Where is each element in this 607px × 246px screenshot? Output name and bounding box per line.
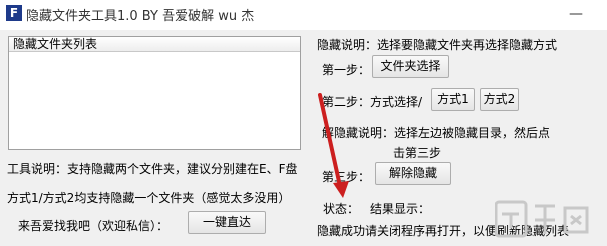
hidden-folder-list[interactable]: 隐藏文件夹列表: [8, 36, 301, 150]
mode2-button[interactable]: 方式2: [480, 88, 519, 111]
title-bar: F 隐藏文件夹工具1.0 BY 吾爱破解 wu 杰 —: [0, 0, 607, 30]
step1-label: 第一步：: [322, 63, 371, 77]
site-watermark-logo: [495, 200, 589, 238]
mode-instructions: 方式1/方式2均支持隐藏一个文件夹（感觉太多没用）: [7, 191, 291, 205]
one-click-direct-button[interactable]: 一键直达: [188, 211, 266, 234]
unhide-instructions-cont: 击第三步: [393, 146, 442, 160]
hide-instructions: 隐藏说明：选择要隐藏文件夹再选择隐藏方式: [317, 38, 558, 52]
tool-instructions: 工具说明：支持隐藏两个文件夹，建议分别建在E、F盘: [7, 162, 298, 176]
window-title: 隐藏文件夹工具1.0 BY 吾爱破解 wu 杰: [26, 9, 255, 24]
mode1-button[interactable]: 方式1: [431, 88, 475, 111]
unhide-instructions: 解隐藏说明：选择左边被隐藏目录，然后点: [322, 126, 551, 140]
unhide-button[interactable]: 解除隐藏: [375, 162, 451, 185]
step3-label: 第三步：: [322, 170, 371, 184]
result-label: 结果显示：: [370, 202, 431, 216]
app-window: F 隐藏文件夹工具1.0 BY 吾爱破解 wu 杰 — 隐藏文件夹列表 隐藏说明…: [0, 0, 607, 246]
status-label: 状态：: [323, 202, 360, 216]
step2-label: 第二步：方式选择/: [322, 95, 423, 109]
contact-label: 来吾爱找我吧（欢迎私信）：: [18, 219, 169, 233]
list-header[interactable]: 隐藏文件夹列表: [9, 37, 300, 52]
folder-select-button[interactable]: 文件夹选择: [372, 55, 449, 78]
minimize-button[interactable]: —: [559, 3, 593, 25]
app-icon: F: [6, 5, 22, 21]
